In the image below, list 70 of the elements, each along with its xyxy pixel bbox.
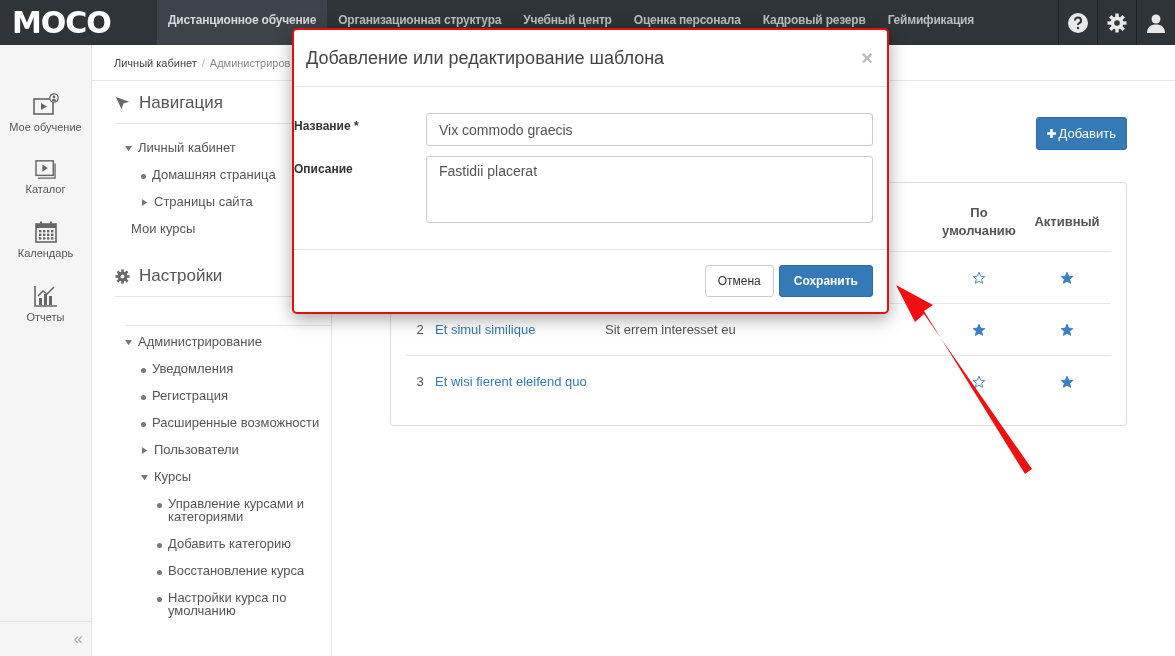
template-link[interactable]: Et simul similique [435, 322, 536, 337]
bullet-icon [141, 422, 146, 427]
expanded-triangle-icon[interactable] [125, 339, 132, 346]
outline-star-icon[interactable] [972, 271, 986, 286]
video-user-icon [32, 93, 59, 117]
outline-star-icon[interactable] [972, 375, 986, 390]
column-header: По умолчанию [942, 205, 1016, 238]
tree-item[interactable]: Домашняя страница [152, 168, 276, 181]
video-icon [34, 159, 57, 179]
logo[interactable]: MOCO [0, 0, 157, 45]
rail-link[interactable]: Отчеты [0, 285, 91, 323]
cursor-icon [115, 95, 130, 111]
bullet-icon [157, 597, 162, 602]
plus-icon [1046, 129, 1056, 138]
breadcrumb-separator: / [201, 56, 205, 69]
bar-chart-icon [33, 285, 58, 307]
tree-item[interactable]: Регистрация [152, 389, 228, 402]
description-field[interactable]: Fastidii placerat [426, 156, 873, 223]
filled-star-icon[interactable] [1060, 271, 1074, 286]
expanded-triangle-icon[interactable] [125, 145, 132, 152]
tree-item[interactable]: Уведомления [152, 362, 234, 375]
name-field[interactable]: Vix commodo graecis [426, 113, 873, 146]
filled-star-icon[interactable] [972, 323, 986, 338]
tree-item[interactable]: Расширенные возможности [152, 416, 320, 429]
bullet-icon [141, 368, 146, 373]
block-title: Навигация [139, 93, 223, 113]
rail-link[interactable]: Каталог [0, 159, 91, 195]
bullet-icon [141, 395, 146, 400]
tree-item[interactable]: Мои курсы [131, 222, 196, 235]
tree-item[interactable]: Страницы сайта [154, 195, 253, 208]
tree-item[interactable]: Администрирование [138, 335, 262, 348]
rail-link[interactable]: Календарь [0, 221, 91, 259]
collapsed-triangle-icon[interactable] [141, 199, 148, 206]
tree-item[interactable]: Пользователи [154, 443, 239, 456]
tree-item[interactable]: Личный кабинет [138, 141, 236, 154]
bullet-icon [157, 503, 162, 508]
settings-icon [115, 268, 130, 284]
menu-tab[interactable]: Дистанционное обучение [157, 0, 328, 45]
collapsed-triangle-icon[interactable] [141, 447, 148, 454]
row-number: 2 [416, 322, 424, 337]
tree-item[interactable]: Восстановление курса [168, 564, 305, 577]
expanded-triangle-icon[interactable] [141, 474, 148, 481]
bullet-icon [157, 570, 162, 575]
filled-star-icon[interactable] [1060, 375, 1074, 390]
template-link[interactable]: Et wisi fierent eleifend quo [435, 374, 587, 389]
modal-title: Добавление или редактирование шаблона [306, 47, 665, 69]
cancel-button[interactable]: Отмена [704, 265, 774, 297]
menu-tab[interactable]: Геймификация [876, 0, 986, 45]
bullet-icon [141, 174, 146, 179]
block-title: Настройки [139, 266, 223, 286]
calendar-icon [34, 221, 57, 243]
tree-item[interactable]: Настройки курса по умолчанию [168, 591, 331, 617]
table-cell: Sit errem interesset eu [605, 322, 736, 337]
filled-star-icon[interactable] [1060, 323, 1074, 338]
breadcrumb-link[interactable]: Администриров [209, 56, 291, 69]
rail-link[interactable]: Мое обучение [0, 93, 91, 133]
field-label: Описание [294, 161, 354, 176]
tree-item[interactable]: Управление курсами и категориями [168, 497, 331, 523]
row-number: 3 [416, 374, 424, 389]
add-button[interactable]: Добавить [1035, 117, 1127, 150]
user-icon [1146, 12, 1166, 33]
breadcrumb-link[interactable]: Личный кабинет [114, 56, 197, 69]
help-icon [1068, 12, 1088, 33]
column-header: Активный [1034, 214, 1100, 229]
settings-icon [1107, 12, 1127, 33]
tree-item[interactable]: Курсы [154, 470, 191, 483]
bullet-icon [157, 543, 162, 548]
tree-item[interactable]: Добавить категорию [168, 537, 291, 550]
save-button[interactable]: Сохранить [778, 265, 873, 297]
field-label: Название * [294, 118, 360, 133]
